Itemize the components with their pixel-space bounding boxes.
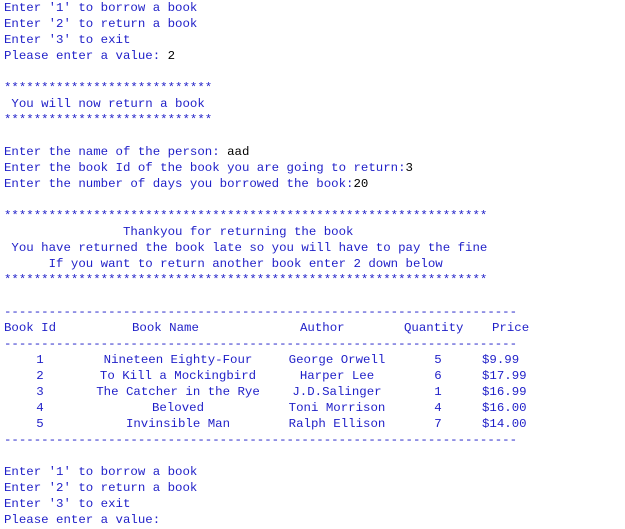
- cell-author: George Orwell: [288, 353, 386, 367]
- late-fine-message: You have returned the book late so you w…: [4, 241, 488, 255]
- table-rule: ----------------------------------------…: [4, 433, 518, 447]
- value-prompt-input: 2: [167, 49, 176, 63]
- cell-book-name: Beloved: [151, 401, 205, 415]
- cell-quantity: 1: [434, 385, 442, 399]
- days-label: Enter the number of days you borrowed th…: [4, 177, 354, 191]
- cell-book-name: Nineteen Eighty-Four: [103, 353, 253, 367]
- return-again-message: If you want to return another book enter…: [4, 257, 443, 271]
- console-output: Enter '1' to borrow a book Enter '2' to …: [4, 0, 624, 528]
- menu-option-exit: Enter '3' to exit: [4, 497, 131, 511]
- days-prompt: Enter the number of days you borrowed th…: [4, 176, 624, 192]
- cell-author: J.D.Salinger: [292, 385, 382, 399]
- table-rule: ----------------------------------------…: [4, 305, 518, 319]
- book-id-input: 3: [405, 161, 413, 175]
- header-book-name: Book Name: [132, 321, 199, 335]
- cell-book-id: 2: [36, 369, 44, 383]
- table-row: 2 To Kill a Mockingbird Harper Lee 6 $17…: [4, 368, 624, 384]
- table-row: 3 The Catcher in the Rye J.D.Salinger 1 …: [4, 384, 624, 400]
- cell-quantity: 4: [434, 401, 442, 415]
- cell-author: Harper Lee: [299, 369, 375, 383]
- menu-option-exit: Enter '3' to exit: [4, 33, 131, 47]
- cell-book-name: The Catcher in the Rye: [96, 385, 260, 399]
- cell-book-name: Invinsible Man: [125, 417, 231, 431]
- header-quantity: Quantity: [404, 321, 464, 335]
- menu-option-return: Enter '2' to return a book: [4, 17, 198, 31]
- book-id-label: Enter the book Id of the book you are go…: [4, 161, 406, 175]
- return-mode-message: You will now return a book: [4, 97, 205, 111]
- cell-author: Ralph Ellison: [288, 417, 386, 431]
- book-id-prompt: Enter the book Id of the book you are go…: [4, 160, 624, 176]
- banner-stars: ****************************************…: [4, 209, 488, 223]
- banner-stars: ****************************: [4, 113, 213, 127]
- cell-author: Toni Morrison: [288, 401, 386, 415]
- header-author: Author: [300, 321, 345, 335]
- menu-option-borrow: Enter '1' to borrow a book: [4, 1, 198, 15]
- value-prompt-label: Please enter a value:: [4, 513, 161, 527]
- cell-book-id: 3: [36, 385, 44, 399]
- table-row: 4 Beloved Toni Morrison 4 $16.00: [4, 400, 624, 416]
- days-input: 20: [353, 177, 369, 191]
- cell-quantity: 5: [434, 353, 442, 367]
- banner-stars: ****************************************…: [4, 273, 488, 287]
- person-name-prompt: Enter the name of the person: aad: [4, 144, 624, 160]
- table-header: Book Id Book Name Author Quantity Price: [4, 320, 624, 336]
- person-name-input: aad: [227, 145, 250, 159]
- person-name-label: Enter the name of the person:: [4, 145, 228, 159]
- cell-quantity: 6: [434, 369, 442, 383]
- thankyou-message: Thankyou for returning the book: [4, 225, 354, 239]
- table-rule: ----------------------------------------…: [4, 337, 518, 351]
- value-prompt-label: Please enter a value:: [4, 49, 168, 63]
- table-row: 5 Invinsible Man Ralph Ellison 7 $14.00: [4, 416, 624, 432]
- header-book-id: Book Id: [4, 321, 57, 335]
- table-row: 1 Nineteen Eighty-Four George Orwell 5 $…: [4, 352, 624, 368]
- cell-price: $16.99: [482, 385, 527, 399]
- cell-price: $16.00: [482, 401, 527, 415]
- cell-book-id: 1: [36, 353, 44, 367]
- cell-book-name: To Kill a Mockingbird: [99, 369, 257, 383]
- menu-option-borrow: Enter '1' to borrow a book: [4, 465, 198, 479]
- cell-price: $17.99: [482, 369, 527, 383]
- menu-option-return: Enter '2' to return a book: [4, 481, 198, 495]
- cell-price: $9.99: [482, 353, 520, 367]
- value-prompt[interactable]: Please enter a value:: [4, 512, 624, 528]
- header-price: Price: [492, 321, 530, 335]
- cell-book-id: 4: [36, 401, 44, 415]
- cell-price: $14.00: [482, 417, 527, 431]
- banner-stars: ****************************: [4, 81, 213, 95]
- cell-quantity: 7: [434, 417, 442, 431]
- value-prompt: Please enter a value: 2: [4, 48, 624, 64]
- cell-book-id: 5: [36, 417, 44, 431]
